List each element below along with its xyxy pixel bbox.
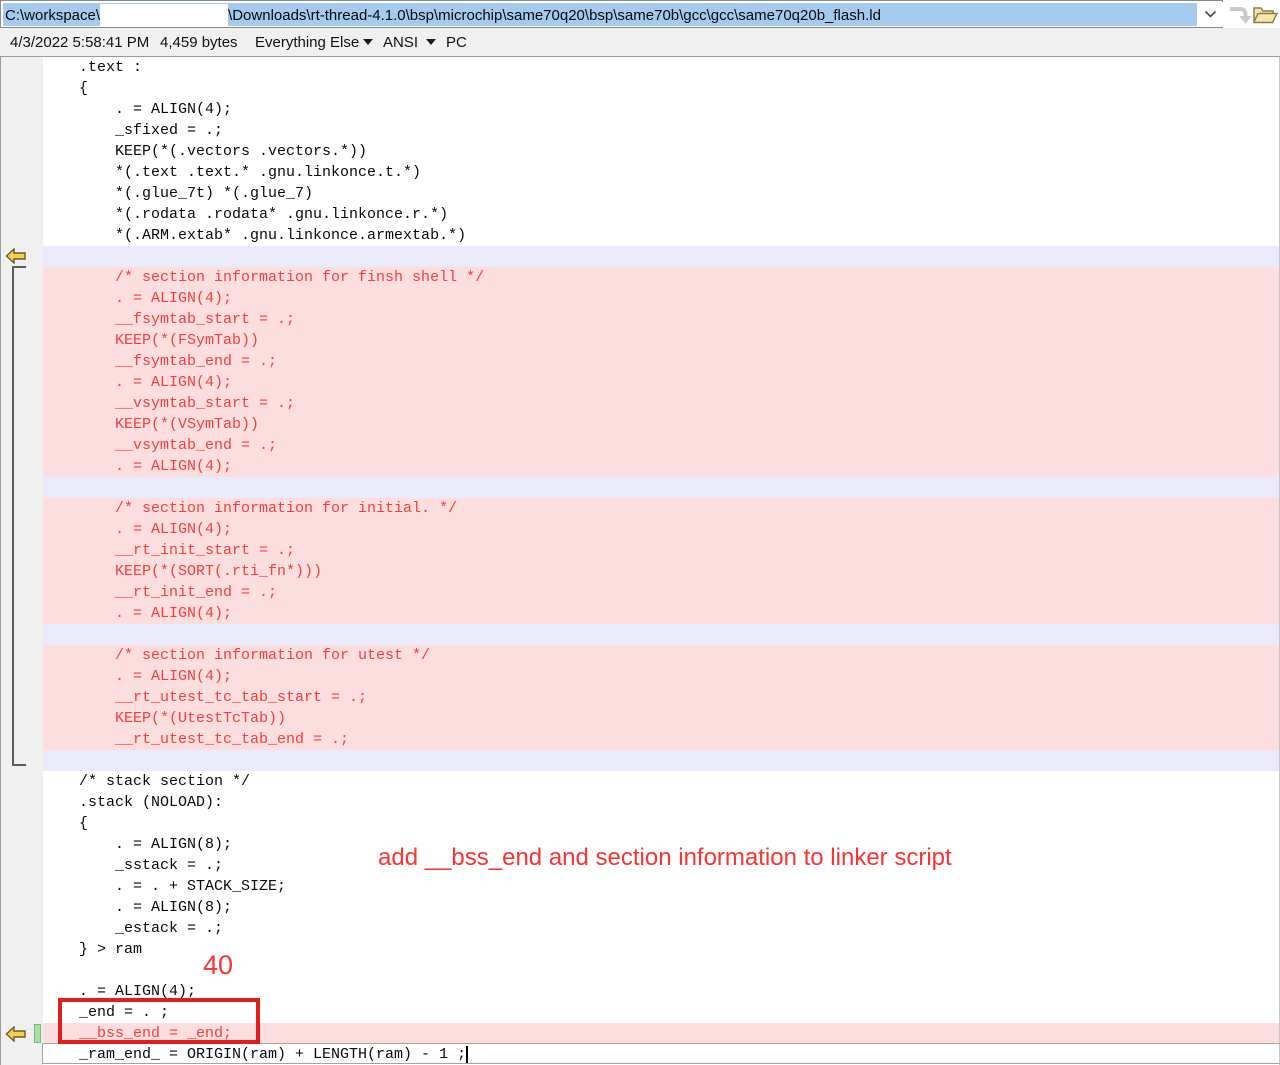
code-line[interactable]: . = ALIGN(4); xyxy=(43,99,1279,120)
code-line[interactable]: . = . + STACK_SIZE; xyxy=(43,876,1279,897)
diff-region-bracket xyxy=(12,266,26,268)
code-line[interactable]: __vsymtab_end = .; xyxy=(43,435,1279,456)
path-segment-suffix: \Downloads\rt-thread-4.1.0\bsp\microchip… xyxy=(228,7,881,24)
code-line[interactable]: . = ALIGN(4); xyxy=(43,603,1279,624)
code-line[interactable]: . = ALIGN(4); xyxy=(43,288,1279,309)
code-line[interactable]: __bss_end = _end; xyxy=(43,1023,1279,1044)
code-line[interactable]: KEEP(*(FSymTab)) xyxy=(43,330,1279,351)
code-line[interactable]: *(.text .text.* .gnu.linkonce.t.*) xyxy=(43,162,1279,183)
code-line[interactable]: KEEP(*(VSymTab)) xyxy=(43,414,1279,435)
code-line[interactable]: _ram_end_ = ORIGIN(ram) + LENGTH(ram) - … xyxy=(43,1044,1279,1065)
code-line[interactable]: .text : xyxy=(43,57,1279,78)
annotation-note: add __bss_end and section information to… xyxy=(378,844,952,872)
code-line[interactable]: KEEP(*(.vectors .vectors.*)) xyxy=(43,141,1279,162)
file-size: 4,459 bytes xyxy=(160,34,238,51)
file-path-bar[interactable]: C:\workspace\ \Downloads\rt-thread-4.1.0\… xyxy=(0,0,1223,28)
code-line[interactable]: __rt_init_start = .; xyxy=(43,540,1279,561)
diff-region-bracket xyxy=(12,266,14,766)
redacted-path-segment xyxy=(100,4,228,26)
code-line[interactable]: /* stack section */ xyxy=(43,771,1279,792)
yellow-back-arrow-icon xyxy=(5,248,27,264)
path-input[interactable]: C:\workspace\ \Downloads\rt-thread-4.1.0\… xyxy=(5,4,881,26)
syntax-scheme-dropdown[interactable]: Everything Else xyxy=(255,34,359,51)
code-line[interactable]: . = ALIGN(4); xyxy=(43,666,1279,687)
code-line[interactable]: { xyxy=(43,813,1279,834)
code-line[interactable]: /* section information for finsh shell *… xyxy=(43,267,1279,288)
code-line[interactable]: . = ALIGN(4); xyxy=(43,456,1279,477)
code-line[interactable] xyxy=(43,477,1279,498)
line-ending-toggle[interactable]: PC xyxy=(446,34,467,51)
code-line[interactable]: *(.glue_7t) *(.glue_7) xyxy=(43,183,1279,204)
file-modified-timestamp: 4/3/2022 5:58:41 PM xyxy=(10,34,149,51)
code-line[interactable]: . = ALIGN(4); xyxy=(43,372,1279,393)
code-line[interactable]: __rt_utest_tc_tab_start = .; xyxy=(43,687,1279,708)
code-line[interactable]: /* section information for utest */ xyxy=(43,645,1279,666)
path-segment-prefix: C:\workspace\ xyxy=(5,7,100,24)
follow-arrow-icon xyxy=(1228,4,1252,26)
code-lines[interactable]: .text : { . = ALIGN(4); _sfixed = .; KEE… xyxy=(43,57,1279,1065)
file-info-bar: 4/3/2022 5:58:41 PM 4,459 bytes Everythi… xyxy=(0,28,1280,56)
code-line[interactable]: /* section information for initial. */ xyxy=(43,498,1279,519)
code-line[interactable]: KEEP(*(SORT(.rti_fn*))) xyxy=(43,561,1279,582)
yellow-back-arrow-icon xyxy=(5,1026,27,1042)
green-change-bar xyxy=(34,1024,41,1043)
code-line[interactable]: KEEP(*(UtestTcTab)) xyxy=(43,708,1279,729)
code-editor[interactable]: .text : { . = ALIGN(4); _sfixed = .; KEE… xyxy=(0,57,1280,1065)
code-line[interactable] xyxy=(43,624,1279,645)
dropdown-arrow-icon[interactable] xyxy=(426,39,436,45)
path-dropdown-button[interactable] xyxy=(1197,2,1223,27)
app-window: C:\workspace\ \Downloads\rt-thread-4.1.0\… xyxy=(0,0,1280,1065)
annotation-number: 40 xyxy=(203,950,233,981)
code-line[interactable]: _end = . ; xyxy=(43,1002,1279,1023)
code-line[interactable]: __fsymtab_end = .; xyxy=(43,351,1279,372)
code-line[interactable]: . = ALIGN(8); xyxy=(43,897,1279,918)
editor-gutter xyxy=(1,57,43,1065)
code-line[interactable]: { xyxy=(43,78,1279,99)
code-line[interactable] xyxy=(43,246,1279,267)
code-line[interactable]: .stack (NOLOAD): xyxy=(43,792,1279,813)
code-line[interactable]: _sfixed = .; xyxy=(43,120,1279,141)
encoding-dropdown[interactable]: ANSI xyxy=(383,34,418,51)
open-folder-icon xyxy=(1252,4,1278,26)
follow-file-button[interactable] xyxy=(1227,3,1253,27)
code-line[interactable]: __rt_utest_tc_tab_end = .; xyxy=(43,729,1279,750)
code-line[interactable]: . = ALIGN(4); xyxy=(43,519,1279,540)
chevron-down-icon xyxy=(1204,10,1217,19)
text-caret xyxy=(466,1046,468,1063)
code-line[interactable]: __vsymtab_start = .; xyxy=(43,393,1279,414)
code-line[interactable]: _estack = .; xyxy=(43,918,1279,939)
open-file-button[interactable] xyxy=(1252,3,1278,27)
diff-region-bracket xyxy=(12,764,26,766)
code-line[interactable]: __fsymtab_start = .; xyxy=(43,309,1279,330)
code-line[interactable]: __rt_init_end = .; xyxy=(43,582,1279,603)
code-line[interactable]: . = ALIGN(4); xyxy=(43,981,1279,1002)
code-line[interactable] xyxy=(43,750,1279,771)
code-line[interactable]: *(.ARM.extab* .gnu.linkonce.armextab.*) xyxy=(43,225,1279,246)
dropdown-arrow-icon[interactable] xyxy=(363,39,373,45)
code-line[interactable]: *(.rodata .rodata* .gnu.linkonce.r.*) xyxy=(43,204,1279,225)
